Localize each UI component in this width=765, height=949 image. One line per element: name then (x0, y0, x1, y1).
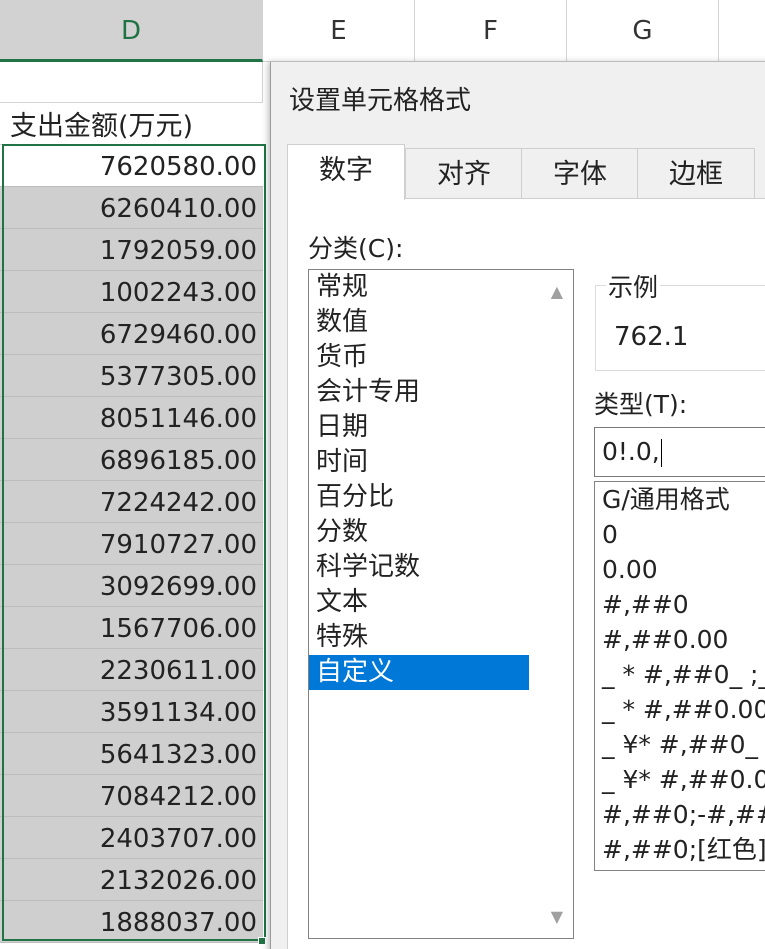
dialog-title: 设置单元格格式 (289, 86, 472, 116)
data-cell[interactable]: 7910727.00 (0, 523, 263, 565)
fill-handle[interactable] (258, 937, 266, 945)
sheet-column-d: 支出金额(万元) 7620580.00 6260410.00 1792059.00 1… (0, 62, 263, 949)
data-cell[interactable]: 1002243.00 (0, 271, 263, 313)
scroll-down-icon[interactable]: ▼ (551, 907, 563, 926)
sample-label: 示例 (606, 268, 661, 304)
tab-alignment[interactable]: 对齐 (405, 148, 523, 199)
column-header-g[interactable]: G (567, 0, 719, 62)
data-cell[interactable]: 3092699.00 (0, 565, 263, 607)
data-cell[interactable]: 6260410.00 (0, 187, 263, 229)
category-items: 常规 数值 货币 会计专用 日期 时间 百分比 分数 科学记数 文本 特殊 自定义 (309, 270, 573, 690)
type-list-item[interactable]: #,##0 (595, 587, 765, 622)
type-input[interactable]: 0!.0, (594, 427, 765, 477)
category-item[interactable]: 分数 (309, 515, 529, 550)
type-list-item[interactable]: _ ¥* #,##0_ ;_ (595, 727, 765, 762)
sample-value: 762.1 (614, 322, 689, 352)
type-input-value: 0!.0, (602, 437, 660, 466)
category-label: 分类(C): (308, 234, 404, 263)
tab-font[interactable]: 字体 (521, 148, 639, 199)
type-label: 类型(T): (594, 390, 688, 419)
category-item[interactable]: 特殊 (309, 620, 529, 655)
data-cell[interactable]: 6896185.00 (0, 439, 263, 481)
data-cell[interactable]: 2230611.00 (0, 649, 263, 691)
category-item[interactable]: 常规 (309, 270, 529, 305)
column-header-bar: D E F G (0, 0, 765, 62)
type-list-item[interactable]: 0 (595, 517, 765, 552)
data-cell[interactable]: 7224242.00 (0, 481, 263, 523)
data-cell[interactable]: 7084212.00 (0, 775, 263, 817)
category-item[interactable]: 百分比 (309, 480, 529, 515)
type-list-item[interactable]: #,##0;-#,##0 (595, 797, 765, 832)
data-cell[interactable]: 1888037.00 (0, 901, 263, 943)
type-list-item[interactable]: 0.00 (595, 552, 765, 587)
category-item[interactable]: 日期 (309, 410, 529, 445)
data-cell[interactable]: 1567706.00 (0, 607, 263, 649)
data-cell[interactable]: 2403707.00 (0, 817, 263, 859)
column-header-e[interactable]: E (263, 0, 415, 62)
data-cell[interactable]: 5377305.00 (0, 355, 263, 397)
data-cell[interactable]: 5641323.00 (0, 733, 263, 775)
tab-number[interactable]: 数字 (287, 144, 405, 200)
category-list[interactable]: 常规 数值 货币 会计专用 日期 时间 百分比 分数 科学记数 文本 特殊 自定义 ▲ ▼ (308, 269, 574, 939)
type-list-item[interactable]: #,##0;[红色]- (595, 832, 765, 867)
sample-group: 示例 762.1 (595, 268, 765, 371)
number-tab-panel: 分类(C): 常规 数值 货币 会计专用 日期 时间 百分比 分数 科学记数 文本 特殊 自定义 ▲ … (287, 198, 765, 949)
data-rows: 7620580.00 6260410.00 1792059.00 1002243.00… (0, 145, 263, 943)
category-item[interactable]: 会计专用 (309, 375, 529, 410)
type-list-item[interactable]: _ * #,##0_ ;_ * (595, 657, 765, 692)
category-item[interactable]: 数值 (309, 305, 529, 340)
category-item[interactable]: 货币 (309, 340, 529, 375)
data-cell[interactable]: 8051146.00 (0, 397, 263, 439)
category-item[interactable]: 时间 (309, 445, 529, 480)
empty-cell[interactable] (0, 62, 263, 103)
type-list-item[interactable]: #,##0.00 (595, 622, 765, 657)
type-list[interactable]: G/通用格式00.00#,##0#,##0.00_ * #,##0_ ;_ *_… (594, 481, 765, 871)
data-cell[interactable]: 7620580.00 (0, 145, 263, 187)
category-item[interactable]: 自定义 (309, 655, 529, 690)
data-cell[interactable]: 6729460.00 (0, 313, 263, 355)
tab-border[interactable]: 边框 (637, 148, 755, 199)
type-list-item[interactable]: _ * #,##0.00_ (595, 692, 765, 727)
data-cell[interactable]: 3591134.00 (0, 691, 263, 733)
type-list-item[interactable]: _ ¥* #,##0.00 (595, 762, 765, 797)
dialog-tabs: 数字 对齐 字体 边框 (287, 144, 765, 200)
header-cell[interactable]: 支出金额(万元) (0, 103, 263, 145)
category-item[interactable]: 科学记数 (309, 550, 529, 585)
text-caret (660, 439, 662, 467)
column-header-h[interactable] (719, 0, 765, 62)
category-item[interactable]: 文本 (309, 585, 529, 620)
data-cell[interactable]: 1792059.00 (0, 229, 263, 271)
type-list-item[interactable]: G/通用格式 (595, 482, 765, 517)
data-cell[interactable]: 2132026.00 (0, 859, 263, 901)
column-header-f[interactable]: F (415, 0, 567, 62)
scroll-up-icon[interactable]: ▲ (551, 282, 563, 301)
format-cells-dialog: 设置单元格格式 数字 对齐 字体 边框 分类(C): 常规 数值 货币 会计专用 日期时… (270, 62, 765, 949)
column-header-d[interactable]: D (0, 0, 263, 62)
